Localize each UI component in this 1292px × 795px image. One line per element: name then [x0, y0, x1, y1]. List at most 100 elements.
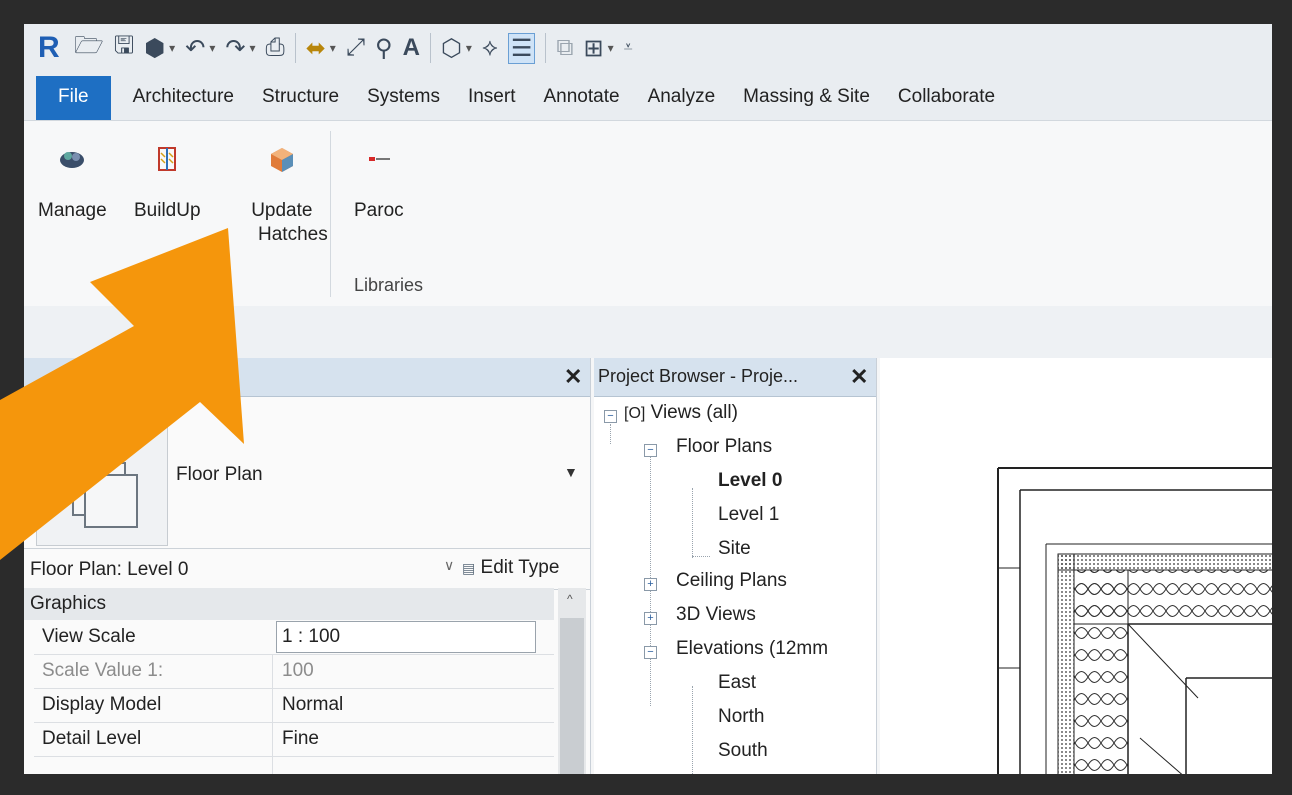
dimension-icon[interactable]: ⤢ — [346, 34, 365, 62]
tree-elevations[interactable]: Elevations (12mm — [676, 638, 828, 660]
quick-access-toolbar: R 🗁 🖫 ⬢ ▾ ↶ ▾ ↷ ▾ ⎙ ⬌ ▾ ⤢ ⚲ A ⬡ ▾ ⟡ ☰ ⧉ ⊞ ▾ ⩡ — [24, 24, 1272, 72]
expand-toggle[interactable]: + — [644, 612, 657, 625]
paroc-icon — [365, 145, 393, 173]
type-selector-value[interactable]: Floor Plan — [176, 464, 263, 486]
close-hidden-icon[interactable]: ⧉ — [556, 34, 573, 62]
chevron-down-icon[interactable]: ▾ — [608, 41, 614, 55]
category-label: Graphics — [30, 593, 107, 614]
paroc-label: Paroc — [354, 200, 404, 221]
property-row: View Scale 1 : 100 — [34, 620, 554, 655]
manage-label: Manage — [38, 200, 107, 221]
tree-level-0[interactable]: Level 0 — [718, 470, 782, 492]
manage-button[interactable]: Manage — [38, 145, 107, 223]
tree-line — [610, 424, 611, 444]
tab-analyze[interactable]: Analyze — [634, 86, 730, 120]
chevron-down-icon[interactable]: ▾ — [330, 41, 336, 55]
tab-insert[interactable]: Insert — [454, 86, 530, 120]
chevron-down-icon[interactable]: ▾ — [169, 41, 175, 55]
tab-architecture[interactable]: Architecture — [119, 86, 248, 120]
section-icon[interactable]: ⟡ — [482, 34, 498, 62]
tree-line — [692, 686, 693, 774]
property-key: Scale Value 1: — [42, 660, 164, 681]
save-icon[interactable]: 🖫 — [114, 28, 134, 69]
properties-scrollbar[interactable]: ^ — [558, 588, 586, 774]
tree-line — [692, 556, 710, 557]
paroc-button[interactable]: Paroc — [354, 145, 404, 223]
toolbar-separator — [294, 33, 296, 63]
property-value[interactable]: Fine — [282, 728, 319, 750]
toolbar-separator — [429, 33, 431, 63]
property-key: Detail Level — [42, 728, 142, 749]
print-icon[interactable]: ⎙ — [265, 34, 284, 62]
ribbon-panel: Manage BuildUp Update Hatches Paroc b Li… — [24, 120, 1272, 308]
chevron-down-icon[interactable]: ▾ — [466, 41, 472, 55]
tab-annotate[interactable]: Annotate — [529, 86, 633, 120]
tab-systems[interactable]: Systems — [353, 86, 454, 120]
properties-panel: ✕ Floor Plan ▼ Floor Plan: Level 0 ∨ ▤ E… — [24, 358, 591, 774]
chevron-down-icon[interactable]: ∨ — [444, 557, 454, 574]
tree-3d-views[interactable]: 3D Views — [676, 604, 756, 626]
scrollbar-thumb[interactable] — [560, 618, 584, 774]
project-browser-header: Project Browser - Proje... ✕ — [594, 358, 876, 397]
edit-type-button[interactable]: ▤ Edit Type — [462, 557, 559, 579]
buildup-button[interactable]: BuildUp — [134, 145, 201, 223]
buildup-icon — [153, 145, 181, 173]
column-divider — [272, 654, 273, 688]
edit-type-icon: ▤ — [462, 560, 476, 576]
tab-structure[interactable]: Structure — [248, 86, 353, 120]
property-value: 1 : 100 — [282, 626, 341, 647]
buildup-label: BuildUp — [134, 200, 201, 221]
close-icon[interactable]: ✕ — [564, 364, 582, 390]
tab-collaborate[interactable]: Collaborate — [884, 86, 1009, 120]
update-label-line1: Update — [251, 200, 313, 221]
redo-icon[interactable]: ↷ — [225, 34, 245, 63]
floor-plan-type-icon — [72, 462, 138, 528]
3d-view-icon[interactable]: ⬡ — [441, 34, 462, 63]
tree-ceiling-plans[interactable]: Ceiling Plans — [676, 570, 787, 592]
chevron-down-icon[interactable]: ▾ — [249, 41, 255, 55]
revit-logo[interactable]: R — [38, 31, 64, 65]
tree-views-all[interactable]: [O] Views (all) — [624, 402, 738, 424]
tree-level-1[interactable]: Level 1 — [718, 504, 779, 526]
thin-lines-icon[interactable]: ☰ — [507, 32, 536, 64]
update-label-line2: Hatches — [258, 224, 328, 245]
open-icon[interactable]: 🗁 — [74, 28, 104, 69]
property-value[interactable]: Normal — [282, 694, 343, 716]
chevron-up-icon[interactable]: ^ — [567, 592, 573, 606]
project-browser-title: Project Browser - Proje... — [598, 366, 799, 386]
text-icon[interactable]: A — [403, 34, 420, 62]
chevron-down-icon[interactable]: ▼ — [564, 464, 578, 480]
views-icon: [O] — [624, 405, 646, 422]
tab-massing-site[interactable]: Massing & Site — [729, 86, 884, 120]
tree-label: Views (all) — [650, 402, 738, 423]
tag-icon[interactable]: ⚲ — [375, 34, 393, 63]
collapse-toggle[interactable]: − — [644, 646, 657, 659]
customize-icon[interactable]: ⩡ — [624, 39, 633, 57]
property-row: Display Model Normal — [34, 688, 554, 723]
drawing-canvas[interactable] — [880, 358, 1272, 774]
sync-icon[interactable]: ⬢ — [144, 34, 165, 63]
undo-icon[interactable]: ↶ — [185, 34, 205, 63]
tree-site[interactable]: Site — [718, 538, 751, 560]
update-hatches-icon — [268, 145, 296, 173]
instance-filter-label[interactable]: Floor Plan: Level 0 — [30, 559, 188, 581]
close-icon[interactable]: ✕ — [850, 364, 868, 390]
collapse-toggle[interactable]: − — [604, 410, 617, 423]
chevron-down-icon[interactable]: ▾ — [209, 41, 215, 55]
tree-south[interactable]: South — [718, 740, 768, 762]
tab-file[interactable]: File — [36, 76, 111, 120]
switch-windows-icon[interactable]: ⊞ — [583, 34, 603, 63]
category-graphics[interactable]: Graphics — [24, 588, 554, 620]
group-label-libraries: Libraries — [354, 275, 424, 295]
update-hatches-button[interactable]: Update Hatches — [236, 145, 328, 247]
measure-icon[interactable]: ⬌ — [306, 34, 326, 63]
group-label-partial: b — [216, 275, 227, 295]
expand-toggle[interactable]: + — [644, 578, 657, 591]
group-separator — [330, 131, 331, 297]
column-divider — [272, 756, 273, 774]
collapse-toggle[interactable]: − — [644, 444, 657, 457]
tree-floor-plans[interactable]: Floor Plans — [676, 436, 772, 458]
tree-east[interactable]: East — [718, 672, 756, 694]
property-row — [34, 756, 554, 774]
tree-north[interactable]: North — [718, 706, 764, 728]
